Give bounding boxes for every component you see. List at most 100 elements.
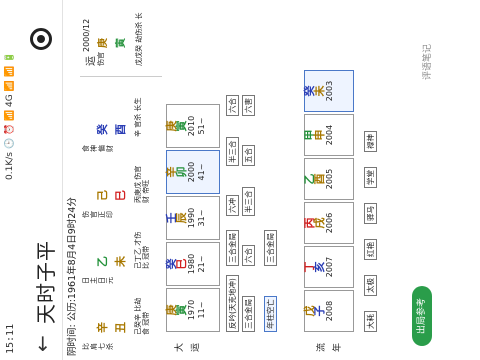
- title-bar: ← 天时子平: [22, 0, 63, 360]
- big-luck-year: 1990: [187, 207, 196, 229]
- pillar-hidden: 辛 官杀 长生: [134, 97, 142, 137]
- pillar-gan: 乙: [96, 256, 109, 267]
- status-bar: 15:11 0.1K/s 🕒 ⏰ 📶 4G 📶 📶 🔋: [0, 0, 22, 360]
- shensha-tag[interactable]: 红艳: [364, 239, 377, 260]
- year-number: 2004: [325, 124, 334, 146]
- shensha-tag[interactable]: 大耗: [364, 311, 377, 332]
- yun-ten-god: 伤官: [97, 52, 105, 66]
- big-luck-cell[interactable]: 癸 巳 1980 21~: [165, 242, 220, 286]
- notes-link[interactable]: 评语笔记: [420, 44, 433, 80]
- shensha-tag[interactable]: 六合: [226, 95, 239, 116]
- pillar-hidden: 丙庚戊 伤官财 帝旺: [134, 165, 150, 203]
- pillar-ten-god: 比肩 七杀: [82, 343, 114, 350]
- year-cell[interactable]: 甲 申 2004: [303, 114, 354, 156]
- year-zhi: 酉: [313, 173, 326, 185]
- big-luck-zhi: 卯: [175, 166, 188, 178]
- big-luck-cell[interactable]: 壬 辰 1990 31~: [165, 196, 220, 240]
- reference-button[interactable]: 出局参考: [412, 286, 432, 346]
- info-label: 阴时间:: [67, 324, 78, 356]
- year-cell[interactable]: 丁 亥 2007: [303, 246, 354, 288]
- pillar-zhi: 未: [114, 256, 127, 267]
- shensha-tag[interactable]: 学堂: [364, 167, 377, 188]
- yun-gan: 庚: [98, 38, 109, 48]
- year-cell-active[interactable]: 癸 未 2003: [303, 70, 354, 112]
- year-number: 2006: [325, 212, 334, 234]
- big-luck-year: 1980: [187, 253, 196, 275]
- yun-year: 2000/12: [82, 18, 91, 52]
- big-luck-age: 31~: [197, 209, 206, 227]
- year-number: 2007: [325, 256, 334, 278]
- year-zhi: 戌: [313, 217, 326, 229]
- big-luck-cell-active[interactable]: 辛 卯 2000 41~: [165, 150, 220, 194]
- shensha-tag[interactable]: 半三合: [242, 187, 255, 216]
- year-zhi: 申: [313, 129, 326, 141]
- yun-hidden: 戊戊癸 劫伤杀 长: [135, 12, 143, 66]
- side-yun: 运: [191, 342, 201, 352]
- pillar-hour: 食神 偏财 癸 酉 辛 官杀 长生: [80, 97, 162, 152]
- shensha-tag[interactable]: 反吟(天克地冲): [226, 275, 239, 332]
- year-zhi: 子: [313, 305, 326, 317]
- pillar-zhi: 酉: [114, 124, 127, 135]
- big-luck-age: 51~: [197, 117, 206, 135]
- pillar-zhi: 丑: [114, 322, 127, 333]
- big-luck-cell[interactable]: 庚 寅 2010 51~: [165, 104, 220, 148]
- pillar-hidden: 己癸辛 比劫食 冠带: [134, 297, 150, 335]
- big-luck-cell[interactable]: 庚 寅 1970 11~: [165, 288, 220, 332]
- big-luck-year: 2010: [187, 115, 196, 137]
- big-luck-age: 11~: [197, 301, 206, 319]
- year-zhi: 未: [313, 85, 326, 97]
- shensha-tag[interactable]: 六害: [242, 95, 255, 116]
- shensha-tag[interactable]: 三合金局: [226, 230, 239, 266]
- big-luck-age: 41~: [197, 163, 206, 181]
- info-line: 公历:1961年8月4日9时24分: [67, 197, 78, 322]
- shensha-tag[interactable]: 五合: [242, 145, 255, 166]
- side-da: 大: [175, 342, 185, 352]
- year-zhi: 亥: [313, 261, 326, 273]
- year-cell[interactable]: 戊 子 2008: [303, 290, 354, 332]
- status-time: 15:11: [5, 323, 16, 354]
- side-liu: 流: [317, 342, 327, 352]
- four-pillars: 比肩 七杀 辛 丑 己癸辛 比劫食 冠带 日主 日元 乙 未 己丁乙 才伤比 冠…: [80, 4, 162, 356]
- big-luck-year: 1970: [187, 299, 196, 321]
- luck-column: 运 2000/12 伤官 庚 寅 戊戊癸 劫伤杀 长: [80, 4, 162, 66]
- rotated-view: 15:11 0.1K/s 🕒 ⏰ 📶 4G 📶 📶 🔋 ← 天时子平 阴时间: …: [0, 0, 480, 360]
- pillar-hidden: 己丁乙 才伤比 冠带: [134, 231, 150, 269]
- year-number: 2005: [325, 168, 334, 190]
- shensha-tag[interactable]: 三合金局: [242, 296, 255, 332]
- year-number: 2008: [325, 300, 334, 322]
- yun-header: 运: [86, 56, 97, 66]
- big-luck-zhi: 巳: [175, 258, 188, 270]
- shensha-tag[interactable]: 驿马: [364, 203, 377, 224]
- shensha-tag[interactable]: 半三合: [226, 137, 239, 166]
- shensha-tag[interactable]: 六合: [242, 245, 255, 266]
- big-luck-zhi: 寅: [175, 120, 188, 132]
- shensha-tag[interactable]: 六冲: [226, 195, 239, 216]
- pillar-gan: 辛: [96, 322, 109, 333]
- pillar-ten-god: 伤官 正印: [82, 211, 114, 218]
- big-luck-age: 21~: [197, 255, 206, 273]
- big-luck-zhi: 寅: [175, 304, 188, 316]
- shensha-tag[interactable]: 太极: [364, 275, 377, 296]
- back-arrow-icon[interactable]: ←: [30, 335, 54, 352]
- shensha-tag[interactable]: 年柱空亡: [264, 296, 277, 332]
- shensha-tag[interactable]: 禄神: [364, 131, 377, 152]
- yun-zhi: 寅: [116, 38, 127, 48]
- side-nian: 年: [333, 342, 343, 352]
- screen: 15:11 0.1K/s 🕒 ⏰ 📶 4G 📶 📶 🔋 ← 天时子平 阴时间: …: [0, 0, 480, 360]
- pillar-day: 伤官 正印 己 巳 丙庚戊 伤官财 帝旺: [80, 166, 162, 218]
- pillar-ten-god: 食神 偏财: [82, 145, 114, 152]
- shensha-tag[interactable]: 三合金局: [264, 230, 277, 266]
- birth-info: 阴时间: 公历:1961年8月4日9时24分: [64, 4, 78, 356]
- pillar-year: 比肩 七杀 辛 丑 己癸辛 比劫食 冠带: [80, 298, 162, 350]
- page-title: 天时子平: [34, 240, 58, 324]
- pillar-gan: 癸: [96, 124, 109, 135]
- pillar-gan: 己: [96, 190, 109, 201]
- divider: [80, 76, 162, 77]
- big-luck-year: 2000: [187, 161, 196, 183]
- pillar-month: 日主 日元 乙 未 己丁乙 才伤比 冠带: [80, 232, 162, 284]
- status-icons: 0.1K/s 🕒 ⏰ 📶 4G 📶 📶 🔋: [5, 52, 15, 180]
- year-cell[interactable]: 丙 戌 2006: [303, 202, 354, 244]
- eye-icon[interactable]: [30, 28, 52, 50]
- pillar-zhi: 巳: [114, 190, 127, 201]
- year-cell[interactable]: 乙 酉 2005: [303, 158, 354, 200]
